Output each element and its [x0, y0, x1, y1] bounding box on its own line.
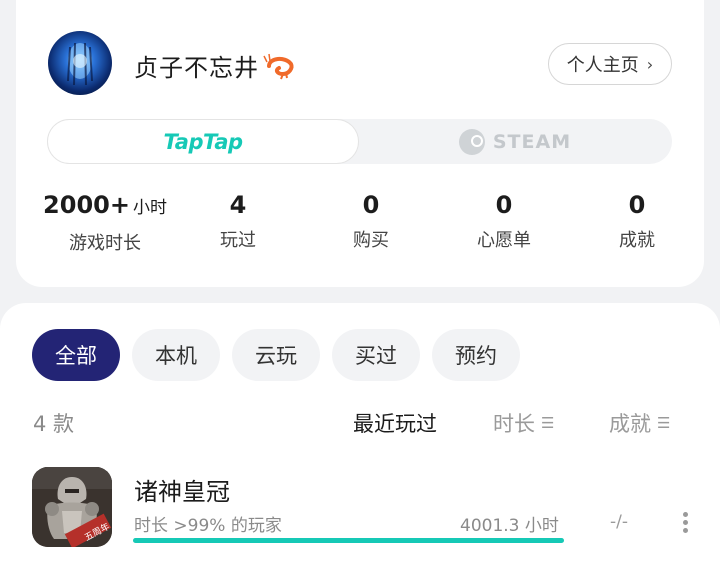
stat-wishlist-label: 心愿单: [477, 230, 531, 251]
playtime-progress-fill: [133, 538, 564, 543]
stat-achievements-label: 成就: [619, 230, 655, 251]
game-playtime-percentile: 时长 >99% 的玩家: [134, 516, 282, 536]
steam-tab[interactable]: STEAM: [359, 119, 671, 164]
taptap-tab[interactable]: TapTap: [47, 119, 359, 164]
stat-playtime[interactable]: 2000+ 小时 游戏时长: [36, 190, 174, 255]
steam-label: STEAM: [492, 130, 572, 153]
user-avatar[interactable]: [48, 31, 112, 95]
filter-reserved[interactable]: 预约: [432, 329, 520, 381]
filter-cloud[interactable]: 云玩: [232, 329, 320, 381]
username: 贞子不忘井: [134, 48, 297, 83]
game-playtime-hours: 4001.3 小时: [460, 516, 559, 536]
profile-home-button[interactable]: 个人主页 ›: [548, 43, 672, 85]
stat-purchased[interactable]: 0 购买: [331, 190, 411, 252]
stat-playtime-value: 2000+ 小时: [43, 191, 167, 219]
filter-local[interactable]: 本机: [132, 329, 220, 381]
sort-recent-label: 最近玩过: [353, 412, 437, 436]
stat-wishlist-value: 0: [495, 191, 513, 219]
sort-duration[interactable]: 时长 ☰: [493, 408, 554, 438]
sort-order-icon: ☰: [541, 414, 555, 432]
stat-achievements[interactable]: 0 成就: [597, 190, 677, 252]
steam-logo: STEAM: [458, 128, 572, 155]
platform-switch: TapTap STEAM: [47, 119, 672, 164]
stat-played-value: 4: [229, 191, 247, 219]
username-text: 贞子不忘井: [134, 54, 259, 82]
sort-achievement[interactable]: 成就 ☰: [609, 408, 670, 438]
sort-achievement-label: 成就: [609, 412, 651, 436]
stat-purchased-value: 0: [362, 191, 380, 219]
stat-played-label: 玩过: [220, 230, 256, 251]
filter-bought[interactable]: 买过: [332, 329, 420, 381]
stat-wishlist[interactable]: 0 心愿单: [459, 190, 549, 252]
filter-all[interactable]: 全部: [32, 329, 120, 381]
stat-played[interactable]: 4 玩过: [198, 190, 278, 252]
sort-order-icon: ☰: [657, 414, 671, 432]
more-vertical-icon[interactable]: [683, 512, 689, 533]
game-achievements: -/-: [610, 512, 628, 532]
taptap-logo: TapTap: [163, 129, 243, 154]
stat-purchased-label: 购买: [353, 230, 389, 251]
stat-achievements-value: 0: [628, 191, 646, 219]
game-title[interactable]: 诸神皇冠: [134, 472, 230, 507]
sort-duration-label: 时长: [493, 412, 535, 436]
playtime-progress-bar: [133, 538, 564, 543]
shrimp-icon: [263, 52, 297, 80]
game-icon[interactable]: 五周年: [32, 467, 112, 547]
chevron-right-icon: ›: [646, 54, 654, 74]
steam-icon: [458, 128, 485, 155]
profile-home-label: 个人主页: [566, 55, 639, 76]
stat-playtime-label: 游戏时长: [69, 233, 141, 254]
sort-recent[interactable]: 最近玩过: [353, 408, 437, 438]
game-count: 4 款: [33, 412, 75, 436]
filter-chips: 全部 本机 云玩 买过 预约: [32, 329, 532, 381]
